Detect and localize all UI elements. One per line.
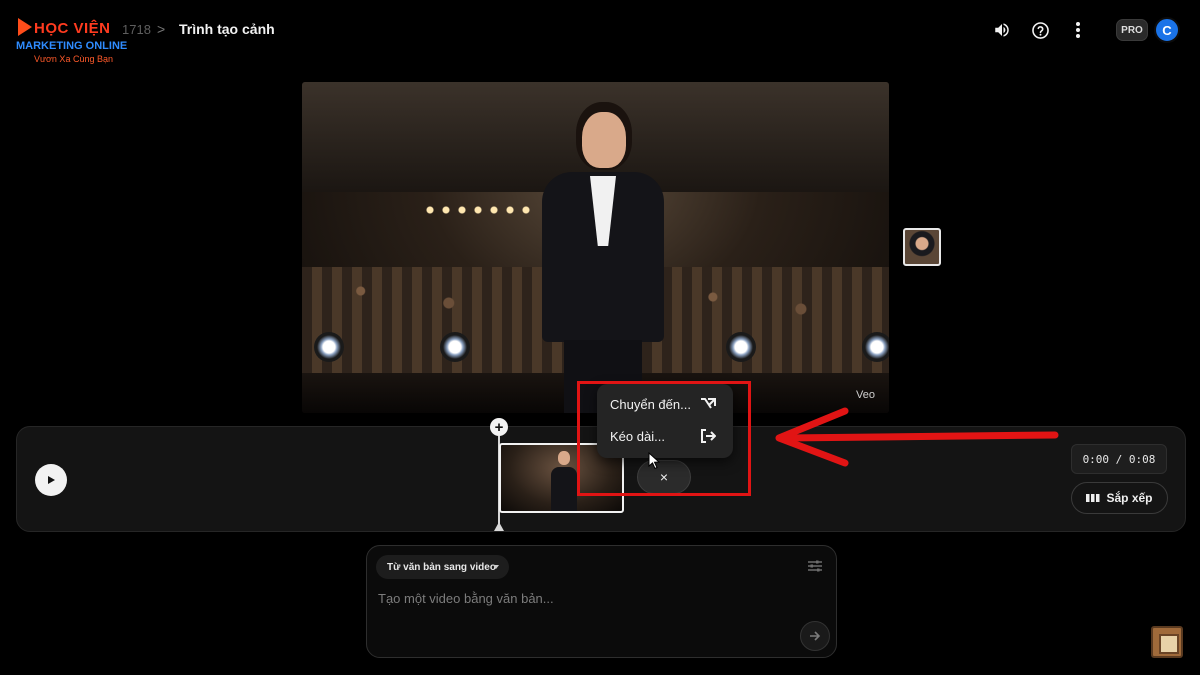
arrange-button[interactable]: Sắp xếp [1071, 482, 1168, 514]
tune-settings-icon[interactable] [807, 558, 823, 574]
clip-presenter-body [551, 467, 577, 511]
more-vert-icon[interactable] [1068, 20, 1088, 40]
annotation-arrow-icon [775, 407, 1059, 467]
clip-presenter-head [558, 451, 570, 465]
arrow-right-icon [810, 631, 821, 641]
breadcrumb-project[interactable]: 1718 [122, 22, 151, 37]
avatar[interactable]: C [1154, 17, 1180, 43]
help-icon[interactable] [1030, 20, 1050, 40]
send-button[interactable] [800, 621, 830, 651]
playhead-handle[interactable] [494, 522, 504, 531]
pro-badge: PRO [1116, 19, 1148, 41]
spotlight [314, 332, 344, 362]
volume-icon[interactable] [992, 20, 1012, 40]
mode-select-label: Từ văn bản sang video [387, 561, 496, 573]
breadcrumb-separator: > [157, 21, 166, 37]
arrange-label: Sắp xếp [1106, 491, 1153, 505]
play-button[interactable] [35, 464, 67, 496]
header: HỌC VIỆN MARKETING ONLINE Vươn Xa Cùng B… [0, 0, 1200, 64]
page-title: Trình tạo cảnh [179, 21, 275, 37]
mode-select[interactable]: Từ văn bản sang video [376, 555, 509, 579]
annotation-highlight-box [577, 381, 751, 496]
logo-play-icon [18, 18, 32, 36]
veo-watermark: Veo [856, 389, 875, 401]
video-preview[interactable]: Veo [302, 82, 889, 413]
logo-slogan: Vươn Xa Cùng Bạn [34, 54, 113, 64]
spotlight [862, 332, 889, 362]
scene-thumbnail-side[interactable] [903, 228, 941, 266]
time-readout: 0:00 / 0:08 [1071, 444, 1167, 474]
spotlight [726, 332, 756, 362]
arrange-icon [1086, 494, 1100, 502]
stage-lights [422, 202, 532, 222]
clip-presenter [551, 451, 577, 511]
logo-watermark: HỌC VIỆN MARKETING ONLINE Vươn Xa Cùng B… [14, 14, 130, 64]
logo-tagline: MARKETING ONLINE [16, 40, 128, 52]
add-clip-button[interactable]: + [490, 418, 508, 436]
presenter-head [582, 112, 626, 168]
logo-brand: HỌC VIỆN [34, 20, 111, 37]
play-icon [48, 476, 55, 484]
prompt-input[interactable] [378, 588, 778, 608]
chevron-down-icon [493, 565, 499, 569]
presenter [542, 112, 664, 413]
spotlight [440, 332, 470, 362]
channel-logo-icon [1151, 626, 1183, 658]
